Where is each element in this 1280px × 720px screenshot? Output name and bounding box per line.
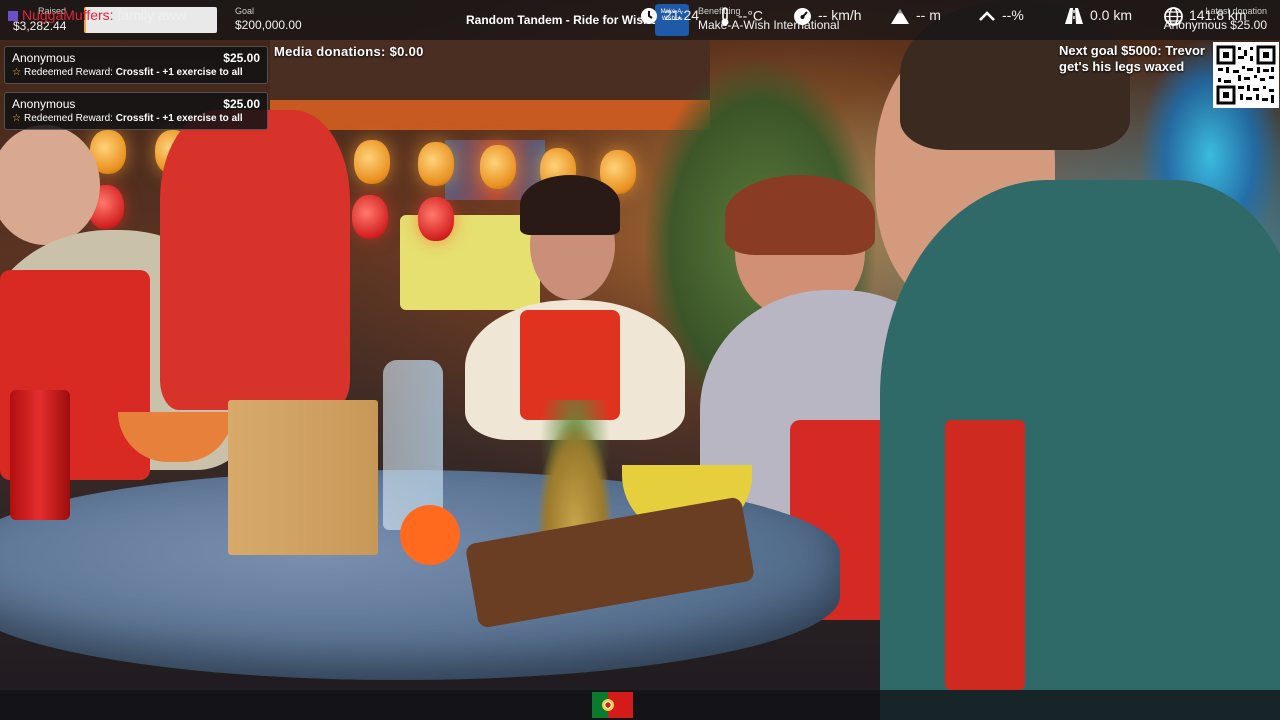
speed-readout: -- km/h: [793, 7, 862, 26]
qr-code-icon: [1216, 45, 1276, 105]
alert-reward-prefix: Redeemed Reward:: [23, 113, 113, 124]
chat-username: NuggaMuffers:: [22, 7, 114, 23]
mountain-icon: [891, 8, 909, 24]
goal-label: Goal: [235, 6, 255, 16]
alert-reward-name: Crossfit - +1 exercise to all: [115, 113, 243, 124]
alert-donor-name: Anonymous: [12, 51, 76, 65]
speed-value: -- km/h: [818, 7, 862, 24]
incline-value: --%: [1002, 7, 1024, 23]
speedometer-icon: [794, 8, 811, 25]
alert-reward-line: ☆ Redeemed Reward: Crossfit - +1 exercise…: [12, 113, 243, 124]
chat-message: NuggaMuffers: family aww: [8, 7, 186, 23]
incline-chevron-icon: [979, 11, 995, 22]
total-distance-value: 141.8 km: [1189, 7, 1247, 24]
distance-readout: 0.0 km: [1064, 7, 1132, 25]
globe-icon: [1164, 7, 1183, 26]
alert-amount: $25.00: [223, 51, 260, 65]
alert-donor-name: Anonymous: [12, 97, 76, 111]
portugal-flag-icon: [592, 692, 633, 718]
clock-readout: 21:24: [640, 7, 699, 25]
event-title: Random Tandem - Ride for Wishes: [466, 13, 664, 27]
star-icon: ☆: [12, 67, 21, 78]
status-bottom-bar: [0, 690, 1280, 720]
goal-value: $200,000.00: [235, 18, 302, 32]
total-distance-readout: 141.8 km: [1164, 7, 1247, 26]
distance-value: 0.0 km: [1090, 7, 1133, 23]
media-donations-total: Media donations: $0.00: [274, 44, 424, 59]
alert-reward-prefix: Redeemed Reward:: [23, 67, 113, 78]
chat-text: family aww: [117, 7, 186, 23]
next-goal-text: Next goal $5000: Trevor get's his legs w…: [1059, 43, 1205, 74]
alert-amount: $25.00: [223, 97, 260, 111]
altitude-readout: -- m: [890, 7, 941, 25]
road-icon: [1065, 8, 1083, 25]
thermometer-icon: [721, 7, 729, 26]
goal-block: Goal $200,000.00: [235, 6, 302, 32]
alert-reward-name: Crossfit - +1 exercise to all: [115, 67, 243, 78]
altitude-value: -- m: [916, 7, 941, 23]
incline-readout: --%: [978, 7, 1024, 23]
twitch-icon: [8, 11, 18, 22]
donation-qr-code[interactable]: [1213, 42, 1279, 108]
clock-icon: [641, 8, 657, 25]
alert-reward-line: ☆ Redeemed Reward: Crossfit - +1 exercise…: [12, 67, 243, 78]
donation-alert: Anonymous $25.00 ☆ Redeemed Reward: Cross…: [4, 46, 268, 84]
temperature-readout: --°C: [718, 7, 763, 27]
time-value: 21:24: [664, 7, 700, 23]
donation-alert: Anonymous $25.00 ☆ Redeemed Reward: Cross…: [4, 92, 268, 130]
star-icon: ☆: [12, 113, 21, 124]
temperature-value: --°C: [738, 7, 764, 24]
